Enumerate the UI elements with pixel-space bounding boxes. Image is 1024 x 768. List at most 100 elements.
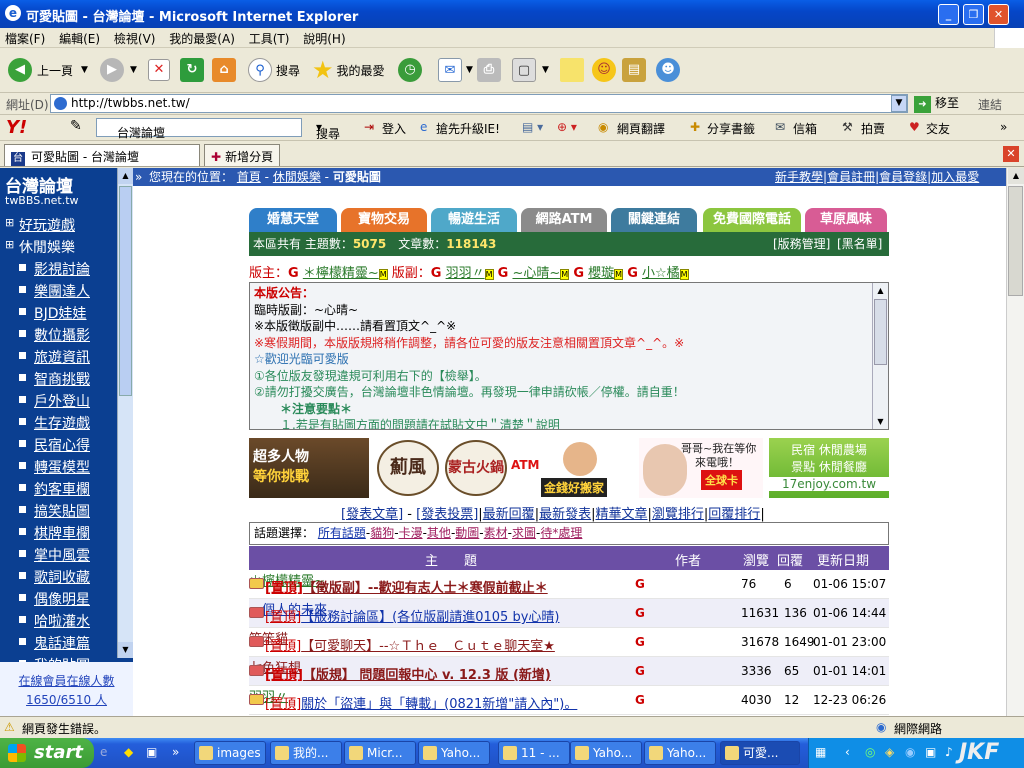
login-button[interactable]: 登入	[382, 120, 406, 137]
stop-button[interactable]: ✕	[148, 55, 170, 85]
sidebar-item[interactable]: 旅遊資訊	[34, 347, 90, 367]
thread-row[interactable]: [置頂]【版務討論區】(各位版副請進0105 by心晴) G 一個人的未來 11631…	[249, 599, 889, 628]
task-button[interactable]: images	[194, 741, 266, 765]
back-button[interactable]: ◀ 上一頁 ▼	[8, 55, 88, 85]
tray-expand-icon[interactable]: ‹	[845, 745, 850, 759]
page-scroll-thumb[interactable]	[1008, 186, 1023, 296]
address-input[interactable]: http://twbbs.net.tw/	[50, 94, 908, 113]
topic-filter-item[interactable]: 貓狗	[370, 526, 394, 540]
close-button[interactable]: ✕	[988, 4, 1009, 25]
menu-help[interactable]: 說明(H)	[298, 28, 350, 47]
thread-title[interactable]: 【徵版副】--歡迎有志人士＊寒假前截止＊	[303, 581, 548, 596]
research-button[interactable]: ▤	[622, 55, 646, 85]
translate-button[interactable]: 網頁翻譯	[617, 120, 665, 137]
thread-tag[interactable]: [置頂]	[265, 610, 301, 625]
sidebar-item[interactable]: 釣客車欄	[34, 479, 90, 499]
print-button[interactable]: ⎙	[477, 55, 501, 85]
vice-moderator-name[interactable]: 小☆橘	[642, 266, 680, 281]
thread-tag[interactable]: [置頂]	[265, 639, 301, 654]
nav-tab[interactable]: 婚慧天堂	[249, 208, 337, 232]
sidebar-item[interactable]: 樂團達人	[34, 281, 90, 301]
task-button[interactable]: Yaho...	[644, 741, 716, 765]
thread-row[interactable]: [置頂]關於「盜連」與「轉載」(0821新增"請入內")。 G 羽羽〃 4030 12 1…	[249, 686, 889, 715]
sidebar-item[interactable]: 搞笑貼圖	[34, 501, 90, 521]
menu-file[interactable]: 檔案(F)	[0, 28, 50, 47]
task-button[interactable]: Micr...	[344, 741, 416, 765]
nav-tab[interactable]: 寶物交易	[341, 208, 427, 232]
moderator-name[interactable]: ＊檸檬精靈~	[303, 266, 379, 281]
sidebar-item[interactable]: 生存遊戲	[34, 413, 90, 433]
newbie-guide-link[interactable]: 新手教學	[775, 170, 823, 184]
sidebar-item[interactable]: BJD娃娃	[34, 303, 87, 323]
new-tab-button[interactable]: ✚ 新增分頁	[204, 144, 280, 166]
online-count-panel[interactable]: 在線會員在線人數 1650/6510 人	[0, 662, 133, 716]
task-button[interactable]: 我的...	[270, 741, 342, 765]
task-button[interactable]: 可愛...	[720, 741, 800, 765]
sidebar-item[interactable]: 影視討論	[34, 259, 90, 279]
admin-link[interactable]: [版務管理]	[773, 232, 830, 256]
sidebar-item[interactable]: 棋牌車欄	[34, 523, 90, 543]
target-icon[interactable]: ⊕ ▾	[557, 120, 577, 134]
scroll-up-icon[interactable]: ▲	[873, 283, 888, 297]
yahoo-search-input[interactable]: 台灣論壇	[96, 118, 302, 140]
tray-icon[interactable]: ▣	[925, 745, 936, 759]
menu-favorites[interactable]: 我的最愛(A)	[164, 28, 240, 47]
topic-filter-item[interactable]: 待*處理	[540, 526, 582, 540]
thread-title[interactable]: 【可愛聊天】--☆Ｔｈｅ Ｃｕｔｅ聊天室★	[301, 639, 555, 654]
blacklist-link[interactable]: [黑名單]	[837, 232, 882, 256]
sidebar-item[interactable]: 掌中風雲	[34, 545, 90, 565]
banner-atm[interactable]: ATM 金錢好搬家	[511, 438, 631, 498]
search-button[interactable]: ⚲ 搜尋	[248, 55, 300, 85]
topic-filter-item[interactable]: 素材	[484, 526, 508, 540]
forward-button[interactable]: ▶ ▼	[100, 55, 137, 85]
edit-button[interactable]: ▢ ▼	[512, 55, 549, 85]
pencil-icon[interactable]: ✎	[70, 118, 82, 134]
toolbar-overflow-icon[interactable]: »	[1000, 120, 1007, 134]
quicklaunch-icon[interactable]: ▣	[146, 745, 157, 759]
contacts-button[interactable]: ☻	[656, 55, 680, 85]
vice-moderator-name[interactable]: ~心晴~	[512, 266, 560, 281]
thread-row[interactable]: [置頂]【版規】 問題回報中心 v. 12.3 版 (新增) G 七色狂想 3336 6…	[249, 657, 889, 686]
favorites-button[interactable]: ★ 我的最愛	[312, 55, 385, 85]
start-button[interactable]: start	[0, 738, 94, 768]
task-button[interactable]: 11 - ...	[498, 741, 570, 765]
history-button[interactable]: ◷	[398, 55, 422, 85]
tray-icon[interactable]: ◈	[885, 745, 894, 759]
nav-tab[interactable]: 網路ATM	[521, 208, 607, 232]
scroll-down-icon[interactable]: ▼	[873, 414, 888, 428]
post-link[interactable]: [發表投票]	[416, 507, 478, 522]
sidebar-item[interactable]: 歌詞收藏	[34, 567, 90, 587]
topic-filter-item[interactable]: 動圖	[455, 526, 479, 540]
yahoo-search-button[interactable]: 搜尋 ▾	[316, 120, 340, 141]
scroll-up-icon[interactable]: ▲	[118, 168, 133, 184]
topic-filter-item[interactable]: 卡漫	[399, 526, 423, 540]
banner-hotpot[interactable]: 蒙古火鍋	[445, 440, 507, 496]
expand-icon[interactable]: ⊞	[5, 216, 14, 229]
breadcrumb-home[interactable]: 首頁	[237, 170, 261, 184]
volume-icon[interactable]: ♪	[945, 745, 953, 759]
nav-tab[interactable]: 草原風味	[805, 208, 887, 232]
tray-icon[interactable]: ▦	[815, 745, 826, 759]
home-button[interactable]: ⌂	[212, 55, 236, 85]
page-scrollbar[interactable]: ▲	[1006, 168, 1024, 716]
expand-icon[interactable]: ⊞	[5, 238, 14, 251]
tab-active[interactable]: 台可愛貼圖 - 台灣論壇	[4, 144, 200, 166]
vice-moderator-name[interactable]: 櫻璇	[588, 266, 614, 281]
thread-title[interactable]: 【版規】 問題回報中心 v. 12.3 版 (新增)	[303, 668, 551, 683]
minimize-button[interactable]: _	[938, 4, 959, 25]
address-dropdown-icon[interactable]: ▼	[891, 95, 907, 112]
links-label[interactable]: 連結	[978, 96, 1002, 113]
yahoo-logo-icon[interactable]: Y!	[6, 117, 27, 138]
go-button[interactable]: ➜ 移至	[914, 94, 959, 113]
sidebar-category-games[interactable]: 好玩遊戲	[19, 215, 75, 235]
sidebar-scroll-thumb[interactable]	[119, 186, 132, 396]
quicklaunch-icon[interactable]: ◆	[124, 745, 133, 759]
sidebar-item[interactable]: 轉蛋模型	[34, 457, 90, 477]
thread-tag[interactable]: [置頂]	[265, 581, 303, 596]
announcement-scrollbar[interactable]: ▲ ▼	[872, 283, 888, 429]
post-link[interactable]: 回覆排行	[708, 507, 760, 522]
topic-filter-item[interactable]: 求圖	[512, 526, 536, 540]
task-button[interactable]: Yaho...	[418, 741, 490, 765]
login-link[interactable]: 會員登錄	[879, 170, 927, 184]
announcement-scroll-thumb[interactable]	[874, 299, 887, 365]
